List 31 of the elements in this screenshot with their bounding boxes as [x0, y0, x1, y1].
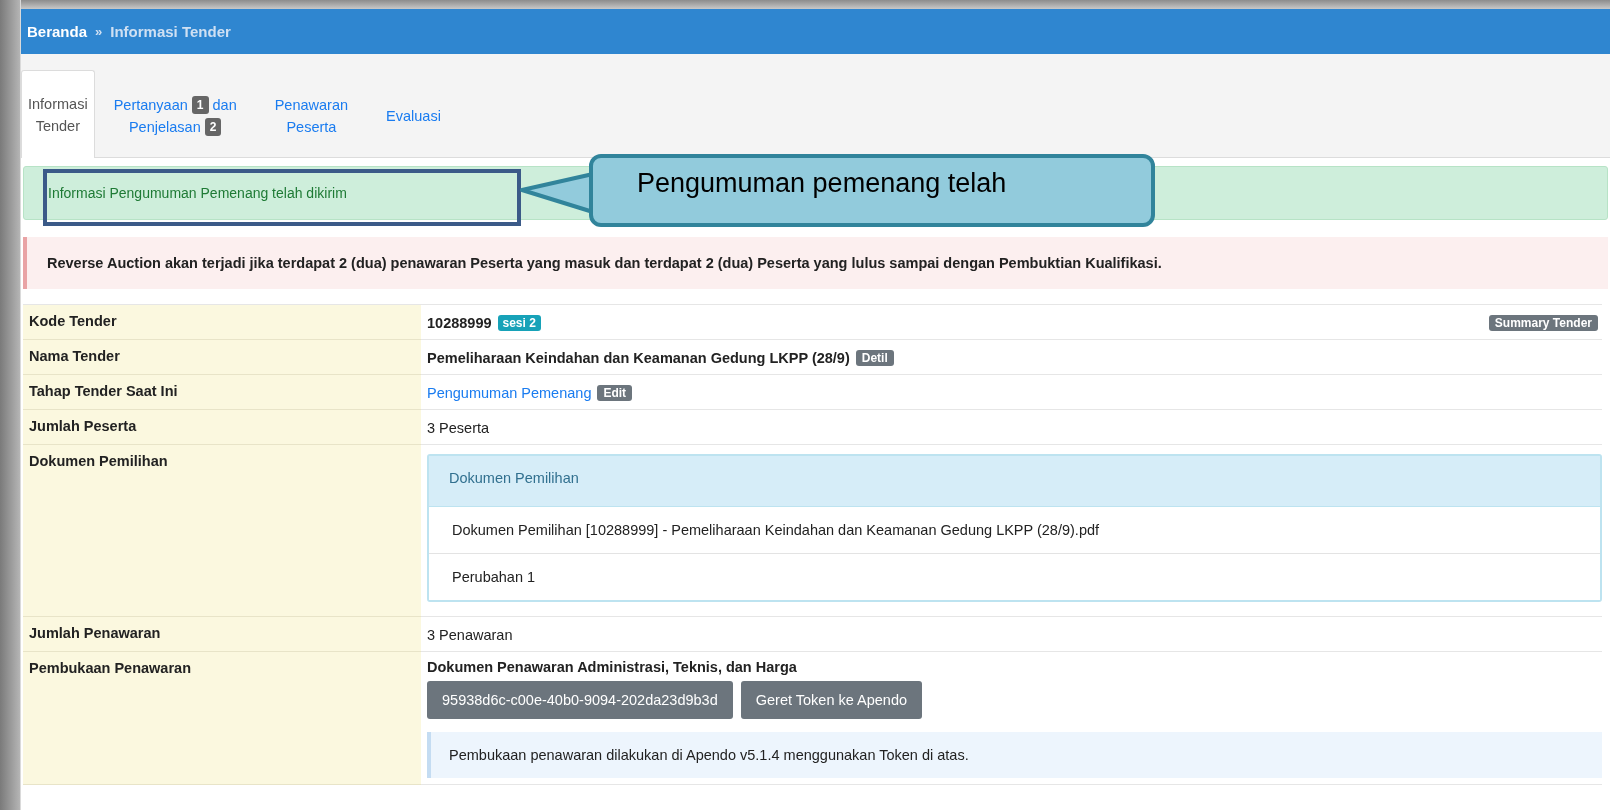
breadcrumb-link[interactable]: Beranda — [27, 23, 88, 40]
field-label: Tahap Tender Saat Ini — [23, 375, 421, 410]
field-value: 10288999 — [427, 314, 492, 331]
field-label: Kode Tender — [23, 305, 421, 340]
warning-alert: Reverse Auction akan terjadi jika terdapat 2 (dua) penawaran Peserta yang masuk dan terdapat 2 (dua) Peserta yang lulus sampai dengan Pembuktian Kualifikasi. — [23, 237, 1608, 289]
count-badge: 1 — [191, 95, 209, 114]
section-heading: Dokumen Penawaran Administrasi, Teknis, dan Harga — [427, 659, 798, 675]
tab[interactable]: Penawaran Peserta — [255, 72, 368, 158]
field-value: Pemeliharaan Keindahan dan Keamanan Gedung LKPP (28/9) — [427, 349, 850, 366]
session-tag: sesi 2 — [497, 314, 541, 331]
edit-button[interactable]: Edit — [597, 384, 633, 401]
breadcrumb-current: Informasi Tender — [110, 23, 231, 40]
summary-button[interactable]: Summary Tender — [1488, 314, 1598, 331]
detail-button[interactable]: Detil — [855, 349, 894, 366]
field-label: Pembukaan Penawaran — [23, 652, 421, 785]
token-button[interactable]: 95938d6c-c00e-40b0-9094-202da23d9b3d — [427, 681, 733, 719]
info-note: Pembukaan penawaran dilakukan di Apendo v5.1.4 menggunakan Token di atas. — [427, 732, 1602, 778]
field-value: 3 Peserta — [427, 419, 490, 436]
tab[interactable]: Pertanyaan 1 dan Penjelasan 2 — [94, 72, 256, 158]
panel-heading: Dokumen Pemilihan — [429, 456, 1600, 507]
breadcrumb-separator: » — [95, 24, 103, 39]
tab[interactable]: Evaluasi — [367, 72, 460, 158]
count-badge: 2 — [204, 117, 222, 136]
field-label: Jumlah Penawaran — [23, 617, 421, 652]
field-label: Nama Tender — [23, 340, 421, 375]
field-label: Dokumen Pemilihan — [23, 445, 421, 617]
stage-link[interactable]: Pengumuman Pemenang — [427, 384, 592, 401]
field-value: 3 Penawaran — [427, 626, 513, 643]
tab[interactable]: Informasi Tender — [21, 70, 95, 158]
drag-token-button[interactable]: Geret Token ke Apendo — [740, 681, 923, 719]
field-label: Jumlah Peserta — [23, 410, 421, 445]
